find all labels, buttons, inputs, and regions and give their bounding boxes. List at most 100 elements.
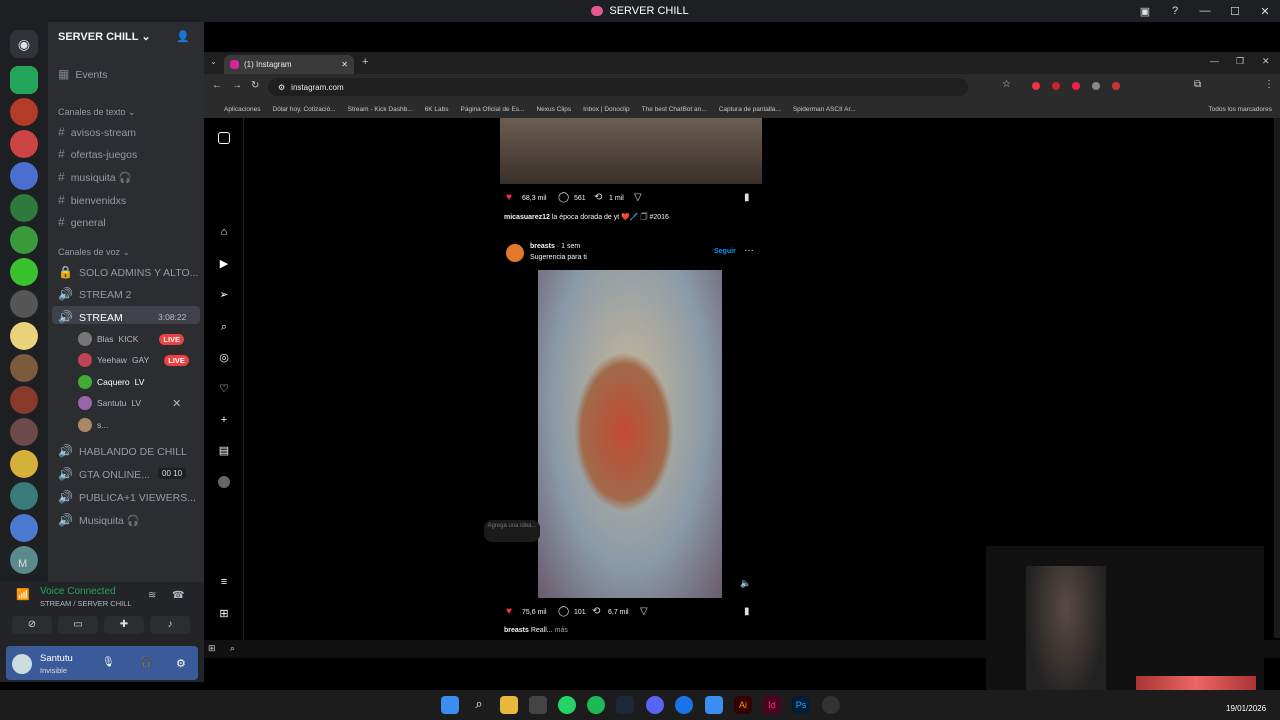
- discord-home-icon[interactable]: ◉: [10, 30, 38, 58]
- search-icon[interactable]: ⌕: [218, 321, 230, 333]
- server-icon[interactable]: [10, 258, 38, 286]
- voice-sub[interactable]: STREAM / SERVER CHILL: [40, 599, 132, 608]
- bookmark-item[interactable]: Aplicaciones: [224, 106, 261, 113]
- text-channel[interactable]: # general: [58, 215, 106, 229]
- text-channel[interactable]: # bienvenidxs: [58, 193, 126, 207]
- photoshop-icon[interactable]: Ps: [792, 696, 810, 714]
- server-icon[interactable]: [10, 98, 38, 126]
- disconnect-icon[interactable]: ☎: [172, 590, 184, 601]
- server-icon[interactable]: [10, 386, 38, 414]
- reels-icon[interactable]: ▶: [218, 258, 230, 270]
- profile-avatar[interactable]: [218, 476, 230, 488]
- browser-close-button[interactable]: ✕: [1262, 56, 1270, 67]
- server-icon[interactable]: [10, 194, 38, 222]
- like-icon[interactable]: ♥: [506, 192, 512, 203]
- soundboard-button[interactable]: ♪: [150, 616, 190, 634]
- idea-bubble[interactable]: Agrega una idea...: [484, 520, 540, 542]
- avatar[interactable]: [12, 654, 32, 674]
- like-count[interactable]: 68,3 mil: [522, 195, 547, 202]
- settings-icon[interactable]: ⚙: [176, 657, 186, 670]
- bookmark-item[interactable]: Página Oficial de Es...: [461, 106, 525, 113]
- extension-icon[interactable]: [1032, 82, 1040, 90]
- server-icon[interactable]: [10, 450, 38, 478]
- repost-count[interactable]: 6,7 mil: [608, 609, 629, 616]
- inbox-icon[interactable]: ▣: [1130, 5, 1160, 18]
- bookmark-item[interactable]: 6K Labs: [425, 106, 449, 113]
- like-count[interactable]: 75,6 mil: [522, 609, 547, 616]
- chrome-icon[interactable]: [675, 696, 693, 714]
- repost-icon[interactable]: ⟲: [592, 606, 600, 617]
- search-icon[interactable]: ⌕: [230, 643, 235, 654]
- mute-icon[interactable]: 🔈: [740, 578, 751, 589]
- repost-count[interactable]: 1 mil: [609, 195, 624, 202]
- illustrator-icon[interactable]: Ai: [734, 696, 752, 714]
- bookmark-item[interactable]: Spiderman ASCII Ar...: [793, 106, 856, 113]
- comment-icon[interactable]: ◯: [558, 192, 569, 203]
- post-author[interactable]: breasts · 1 sem: [530, 243, 580, 250]
- events-item[interactable]: ▦ Events: [58, 67, 107, 81]
- close-button[interactable]: ✕: [1250, 5, 1280, 18]
- heart-icon[interactable]: ♡: [218, 383, 230, 395]
- server-icon[interactable]: [10, 354, 38, 382]
- extension-icon[interactable]: [1092, 82, 1100, 90]
- bookmark-item[interactable]: Inbox | Donoclip: [583, 106, 630, 113]
- activities-button[interactable]: ✚: [104, 616, 144, 634]
- forward-icon[interactable]: →: [232, 80, 242, 91]
- discord-icon[interactable]: [646, 696, 664, 714]
- repost-icon[interactable]: ⟲: [594, 192, 602, 203]
- voice-channel[interactable]: 🔊 STREAM 2: [58, 287, 131, 301]
- messages-icon[interactable]: ➢: [218, 289, 230, 301]
- file-explorer-icon[interactable]: [500, 696, 518, 714]
- close-tab-icon[interactable]: ✕: [341, 60, 348, 69]
- post-image[interactable]: [500, 118, 762, 184]
- add-member-icon[interactable]: 👤: [176, 30, 190, 43]
- maximize-button[interactable]: ☐: [1220, 5, 1250, 18]
- rail-letter[interactable]: M: [18, 558, 27, 570]
- share-icon[interactable]: ▽: [634, 192, 642, 203]
- clock[interactable]: 19/01/2026: [1226, 704, 1266, 713]
- search-icon[interactable]: ⌕: [470, 696, 488, 714]
- post-options-icon[interactable]: ···: [744, 245, 754, 256]
- back-icon[interactable]: ←: [212, 80, 222, 91]
- noise-suppression-icon[interactable]: ≋: [148, 590, 156, 601]
- home-icon[interactable]: ⌂: [218, 226, 230, 238]
- tab-instagram[interactable]: (1) Instagram ✕: [224, 55, 354, 74]
- obs-icon[interactable]: [822, 696, 840, 714]
- site-info-icon[interactable]: ⚙: [278, 83, 285, 92]
- browser-minimize-button[interactable]: —: [1210, 56, 1219, 66]
- explore-icon[interactable]: ◎: [218, 352, 230, 364]
- create-icon[interactable]: +: [218, 414, 230, 426]
- voice-user[interactable]: s...: [78, 418, 108, 432]
- comment-count[interactable]: 561: [574, 195, 586, 202]
- instagram-logo-icon[interactable]: [218, 132, 230, 144]
- voice-channel[interactable]: 🔊 GTA ONLINE...: [58, 467, 150, 481]
- spotify-icon[interactable]: [587, 696, 605, 714]
- app-icon[interactable]: [705, 696, 723, 714]
- menu-dots-icon[interactable]: ⋮: [1264, 79, 1274, 90]
- also-from-meta-icon[interactable]: ⊞: [218, 608, 230, 620]
- extension-icon[interactable]: [1112, 82, 1120, 90]
- extensions-puzzle-icon[interactable]: ⧉: [1194, 79, 1201, 90]
- server-icon[interactable]: [10, 66, 38, 94]
- scrollbar[interactable]: [1274, 118, 1280, 638]
- start-icon[interactable]: ⊞: [208, 643, 216, 654]
- voice-user[interactable]: Yeehaw GAY LIVE: [78, 353, 189, 367]
- reload-icon[interactable]: ↻: [251, 80, 259, 91]
- comment-icon[interactable]: ◯: [558, 606, 569, 617]
- like-icon[interactable]: ♥: [506, 606, 512, 617]
- more-menu-icon[interactable]: ≡: [218, 576, 230, 588]
- text-channel[interactable]: # musiquita 🎧: [58, 170, 132, 184]
- follow-button[interactable]: Seguir: [714, 248, 736, 255]
- voice-user[interactable]: Blas KICK LIVE: [78, 332, 185, 346]
- tab-search-icon[interactable]: ⌄: [210, 57, 217, 66]
- text-category[interactable]: Canales de texto ⌄: [58, 107, 136, 118]
- dashboard-icon[interactable]: ▤: [218, 445, 230, 457]
- bookmark-item[interactable]: Dólar hoy, Cotizació...: [273, 106, 336, 113]
- extension-icon[interactable]: [1072, 82, 1080, 90]
- server-icon[interactable]: [10, 130, 38, 158]
- new-tab-button[interactable]: +: [362, 56, 368, 68]
- bookmark-item[interactable]: Stream - Kick Dashb...: [348, 106, 413, 113]
- text-channel[interactable]: # ofertas-juegos: [58, 147, 137, 161]
- save-icon[interactable]: ▮: [744, 192, 750, 203]
- server-icon[interactable]: [10, 162, 38, 190]
